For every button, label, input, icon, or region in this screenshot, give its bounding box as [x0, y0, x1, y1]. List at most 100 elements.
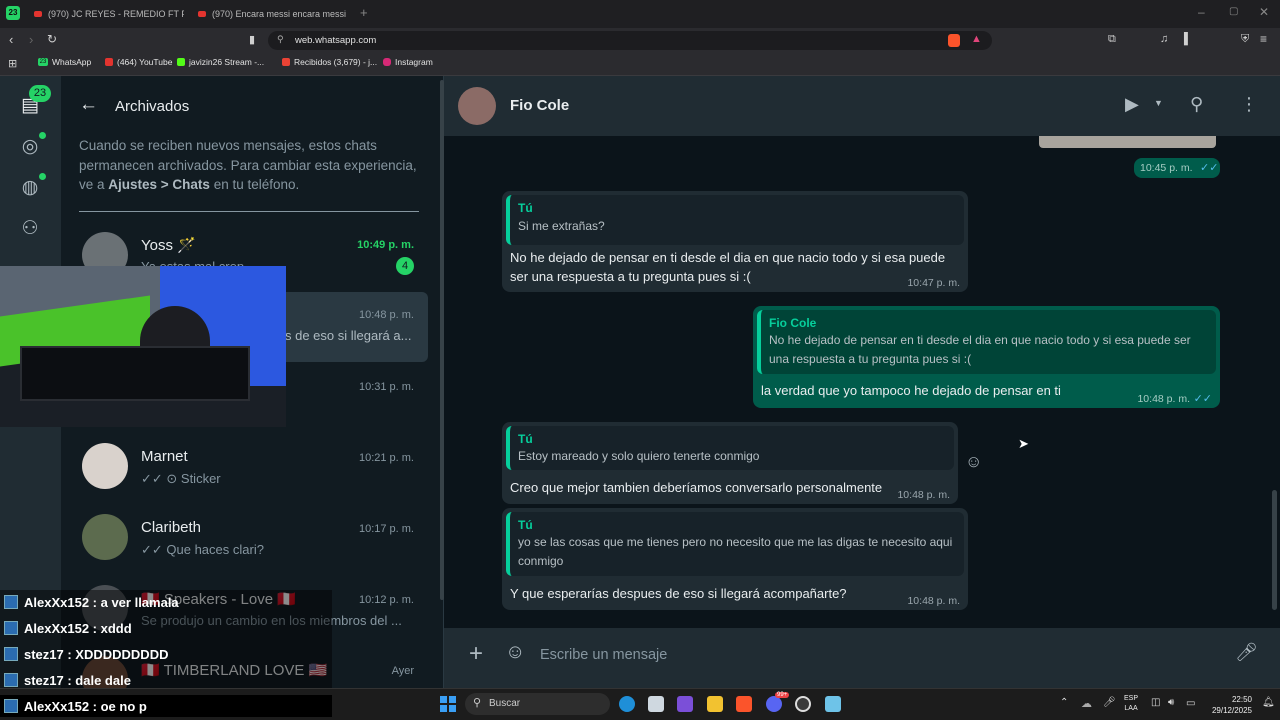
language-indicator[interactable]: ESP LAA [1124, 694, 1138, 714]
chat-name: Yoss 🪄 [141, 237, 196, 254]
attach-plus-icon[interactable]: + [469, 640, 483, 668]
brave-icon[interactable] [736, 696, 752, 712]
edge-icon[interactable] [619, 696, 635, 712]
notification-bell-icon[interactable]: 🔔︎ [1262, 697, 1275, 708]
sticker-emoji-icon[interactable]: ☺ [505, 641, 525, 664]
chat-time: 10:31 p. m. [358, 381, 414, 393]
new-tab-button[interactable]: + [360, 5, 368, 20]
chat-name: Marnet [141, 448, 188, 465]
chat-scrollbar[interactable] [1272, 490, 1277, 610]
volume-icon[interactable]: 🔊︎ [1168, 697, 1174, 708]
input-placeholder: Escribe un mensaje [540, 647, 668, 663]
chat-row[interactable]: Claribeth ✓✓ Que haces clari? 10:17 p. m… [61, 503, 444, 573]
settings-link[interactable]: Ajustes > Chats [108, 177, 210, 192]
taskbar-search[interactable]: ⚲ Buscar [465, 693, 610, 715]
back-icon[interactable]: ‹ [9, 32, 13, 47]
bookmark-instagram[interactable]: Instagram [383, 57, 433, 67]
contact-name[interactable]: Fio Cole [510, 97, 569, 114]
chat-preview: ✓✓ ⊙ Sticker [141, 471, 221, 486]
close-window-icon[interactable]: ✕ [1259, 5, 1269, 19]
message-time: 10:48 p. m. [1137, 393, 1190, 405]
image-message[interactable] [1039, 136, 1216, 148]
bookmark-icon[interactable]: ▮ [249, 33, 255, 46]
chat-user-icon [4, 699, 18, 713]
discord-icon[interactable] [766, 696, 782, 712]
obs-icon[interactable] [795, 696, 811, 712]
contact-avatar[interactable] [458, 87, 496, 125]
music-icon[interactable]: ♫ [1160, 33, 1168, 45]
quoted-message[interactable]: Tú Estoy mareado y solo quiero tenerte c… [506, 426, 954, 470]
conversation-header: Fio Cole ▶ ▼ ⚲ ⋮ [444, 76, 1280, 136]
bookmark-gmail[interactable]: Recibidos (3,679) - j... [282, 57, 377, 67]
chat-user-icon [4, 595, 18, 609]
store-icon[interactable] [648, 696, 664, 712]
minimize-icon[interactable]: – [1198, 5, 1205, 19]
chat-time: 10:21 p. m. [358, 452, 414, 464]
clock-time: 22:50 [1231, 695, 1252, 704]
back-arrow-icon[interactable]: ← [79, 94, 98, 116]
message-incoming[interactable]: Tú Estoy mareado y solo quiero tenerte c… [502, 422, 958, 504]
explorer-icon[interactable] [707, 696, 723, 712]
webcam-monitor [20, 346, 250, 401]
maximize-icon[interactable]: ▢ [1229, 6, 1238, 17]
quote-text: No he dejado de pensar en ti desde el di… [769, 333, 1191, 366]
browser-tab-1[interactable]: (970) JC REYES - REMEDIO FT PIRLO [34, 4, 184, 24]
address-field[interactable]: ⚲ web.whatsapp.com ▲ [268, 31, 992, 50]
bookmark-youtube[interactable]: (464) YouTube [105, 57, 172, 67]
url-text: web.whatsapp.com [295, 35, 377, 46]
message-outgoing[interactable]: Fio Cole No he dejado de pensar en ti de… [753, 306, 1220, 408]
communities-icon[interactable]: ⚇ [18, 217, 42, 241]
apps-grid-icon[interactable]: ⊞ [8, 57, 17, 70]
channels-dot [39, 173, 46, 180]
stream-chat-text: stez17 : XDDDDDDDDD [24, 646, 169, 662]
forward-icon[interactable]: › [29, 32, 33, 47]
quoted-message[interactable]: Tú yo se las cosas que me tienes pero no… [506, 512, 964, 576]
office-icon[interactable] [677, 696, 693, 712]
gmail-icon [282, 58, 290, 66]
microphone-icon[interactable]: 🎤︎ [1235, 642, 1258, 663]
sidebar-icon[interactable]: ▐ [1180, 33, 1188, 45]
chat-row[interactable]: Marnet ✓✓ ⊙ Sticker 10:21 p. m. [61, 432, 444, 502]
chat-time: 10:17 p. m. [358, 523, 414, 535]
chat-preview: ✓✓ Que haces clari? [141, 542, 264, 557]
extensions-icon[interactable]: ⧉ [1108, 33, 1116, 46]
quote-sender: Tú [518, 518, 533, 532]
more-options-icon[interactable]: ⋮ [1240, 94, 1258, 115]
network-icon[interactable]: ◫ [1151, 697, 1160, 708]
site-info-icon[interactable]: ⚲ [277, 34, 284, 45]
tray-chevron-icon[interactable]: ⌃ [1060, 697, 1068, 708]
video-call-icon[interactable]: ▶ [1125, 94, 1139, 115]
battery-icon[interactable]: ▭ [1186, 698, 1195, 709]
message-input[interactable]: Escribe un mensaje [532, 637, 1222, 677]
emoji-react-icon[interactable]: ☺ [965, 452, 982, 472]
brave-shield-icon[interactable] [948, 34, 960, 47]
menu-icon[interactable]: ≡ [1260, 32, 1267, 46]
start-icon[interactable] [440, 696, 456, 712]
wallet-icon[interactable]: ⛨ [1241, 33, 1249, 46]
tray-app-icon[interactable]: ☁ [1081, 697, 1092, 710]
brave-rewards-icon[interactable]: ▲ [971, 33, 982, 45]
message-text: Creo que mejor tambien deberíamos conver… [510, 480, 883, 495]
notepad-icon[interactable] [825, 696, 841, 712]
quoted-message[interactable]: Fio Cole No he dejado de pensar en ti de… [757, 310, 1216, 374]
start-quad [449, 696, 456, 703]
browser-tab-2[interactable]: (970) Encara messi encara messi enca [198, 4, 348, 24]
message-incoming[interactable]: Tú Si me extrañas? No he dejado de pensa… [502, 191, 968, 292]
tab-strip-badge[interactable]: 23 [6, 6, 20, 20]
clock[interactable]: 22:50 29/12/2025 [1208, 694, 1252, 716]
status-icon[interactable]: ◎ [18, 135, 42, 159]
bookmark-kick[interactable]: javizin26 Stream -... [177, 57, 264, 67]
message-incoming[interactable]: Tú yo se las cosas que me tienes pero no… [502, 508, 968, 610]
quote-sender: Fio Cole [769, 316, 817, 330]
quoted-message[interactable]: Tú Si me extrañas? [506, 195, 964, 245]
reload-icon[interactable]: ↻ [47, 32, 57, 46]
bookmark-label: WhatsApp [52, 57, 92, 67]
notice-text-end: en tu teléfono. [209, 177, 300, 192]
stream-chat-text: AlexXx152 : a ver llamala [24, 594, 179, 610]
search-icon[interactable]: ⚲ [1190, 94, 1203, 115]
chevron-down-icon[interactable]: ▼ [1154, 98, 1163, 108]
bookmark-whatsapp[interactable]: 23 WhatsApp [38, 57, 91, 67]
unread-badge: 4 [396, 257, 414, 275]
microphone-tray-icon[interactable]: 🎤︎ [1103, 697, 1116, 708]
channels-icon[interactable]: ◍ [18, 176, 42, 200]
